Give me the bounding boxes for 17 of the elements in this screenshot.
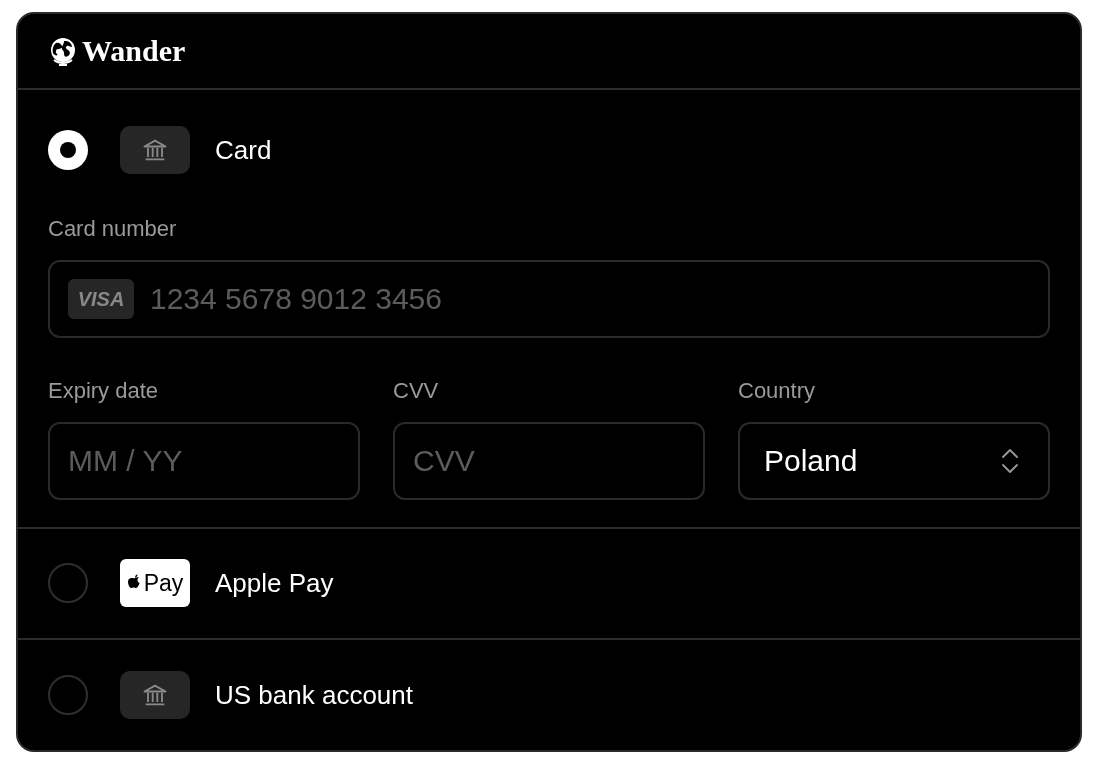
chevron-up-down-icon xyxy=(1000,447,1020,475)
visa-badge: VISA xyxy=(68,279,134,319)
card-number-field[interactable]: VISA 1234 5678 9012 3456 xyxy=(48,260,1050,338)
brand-name: Wander xyxy=(82,36,186,66)
radio-button[interactable] xyxy=(48,130,88,170)
field-label: Card number xyxy=(48,218,178,240)
payment-method-label[interactable]: Apple Pay xyxy=(215,570,334,597)
radio-button[interactable] xyxy=(48,563,88,604)
field-label: CVV xyxy=(393,380,440,402)
badge-text: Pay xyxy=(143,571,184,595)
radio-button[interactable] xyxy=(48,674,88,715)
payment-method-label[interactable]: US bank account xyxy=(215,681,413,708)
country-select[interactable]: Poland xyxy=(738,422,1050,500)
payment-method-label[interactable]: Card xyxy=(215,137,272,163)
field-label: Country xyxy=(738,380,817,402)
field-label: Expiry date xyxy=(48,380,160,402)
globe-icon xyxy=(48,36,78,66)
